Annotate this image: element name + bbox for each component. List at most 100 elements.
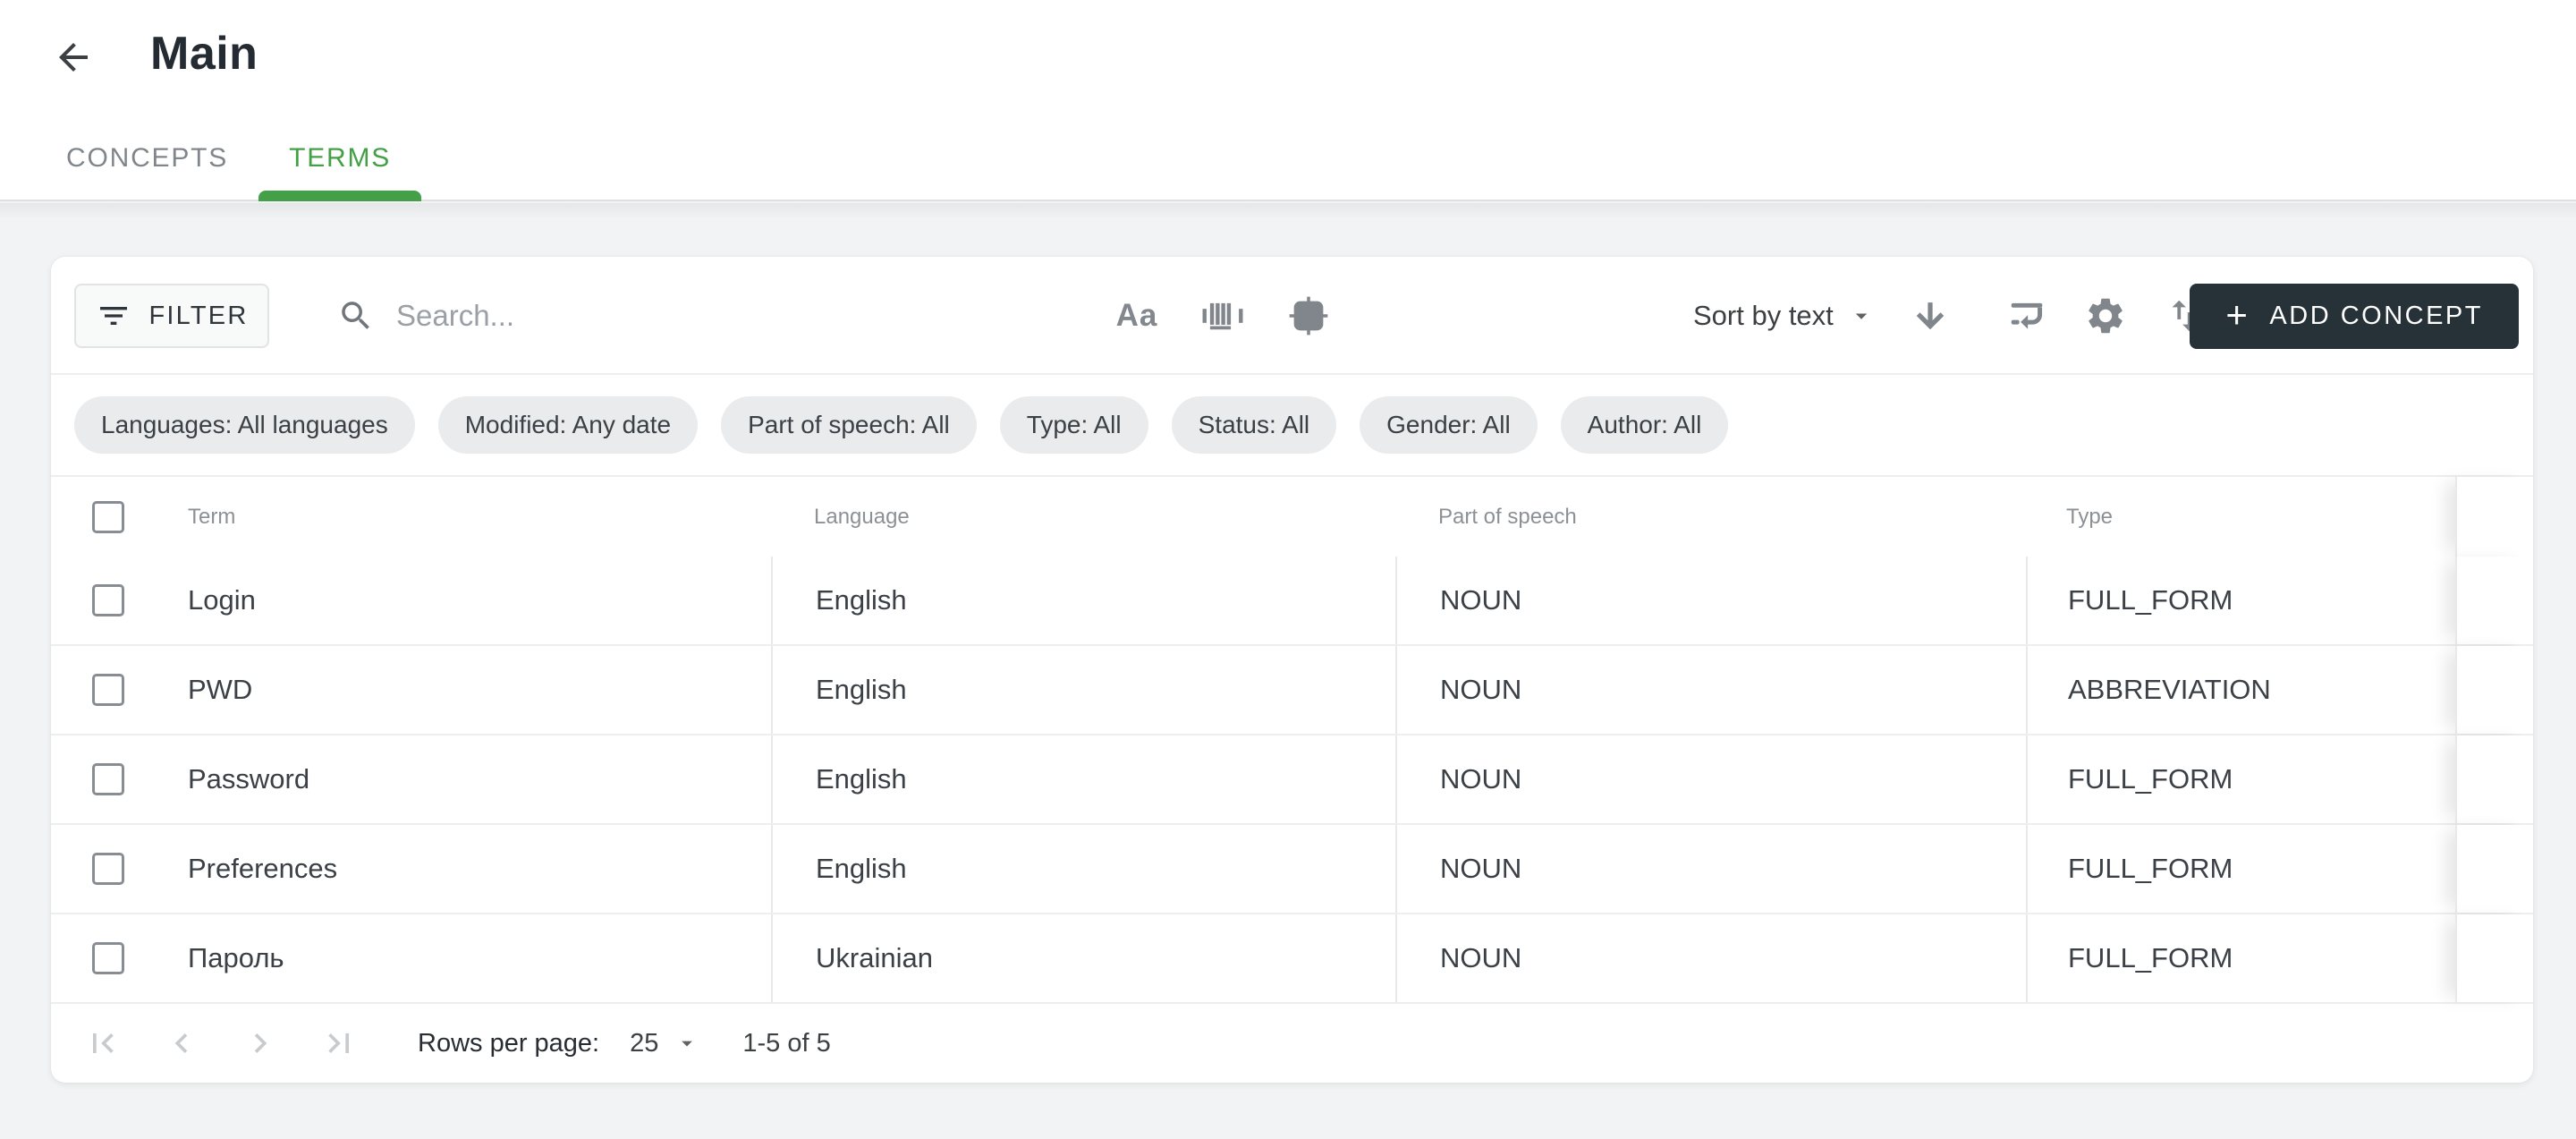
search-input[interactable]	[396, 289, 1017, 343]
column-header-term: Term	[188, 505, 235, 530]
table-header: Term Language Part of speech Type	[51, 477, 2533, 557]
row-checkbox[interactable]	[92, 584, 124, 616]
chip-languages[interactable]: Languages: All languages	[74, 396, 415, 454]
chip-part-of-speech[interactable]: Part of speech: All	[721, 396, 977, 454]
chip-gender[interactable]: Gender: All	[1360, 396, 1538, 454]
column-header-part-of-speech: Part of speech	[1438, 505, 1577, 530]
pinned-cell	[2455, 825, 2533, 913]
chip-modified[interactable]: Modified: Any date	[438, 396, 698, 454]
part-of-speech-cell: NOUN	[1440, 584, 1521, 616]
pinned-column-header	[2455, 477, 2533, 557]
focus-area-button[interactable]	[1285, 293, 1332, 339]
search-bar	[337, 284, 1017, 348]
back-button[interactable]	[50, 34, 97, 81]
search-option-icons: Aa	[1114, 284, 1332, 348]
term-cell: PWD	[188, 674, 252, 706]
tab-terms[interactable]: TERMS	[258, 115, 421, 201]
row-checkbox[interactable]	[92, 942, 124, 974]
filter-button-label: FILTER	[149, 302, 249, 331]
chevron-left-icon	[162, 1024, 201, 1063]
table-row[interactable]: Login English NOUN FULL_FORM	[51, 557, 2533, 646]
sort-by-dropdown[interactable]: Sort by text	[1693, 300, 1834, 332]
tab-bar: CONCEPTS TERMS	[36, 115, 421, 201]
rows-per-page-label: Rows per page:	[418, 1029, 599, 1058]
arrow-back-icon	[52, 36, 95, 79]
previous-page-button[interactable]	[160, 1022, 203, 1065]
filter-chips-row: Languages: All languages Modified: Any d…	[51, 375, 2533, 477]
arrow-down-icon	[1911, 297, 1949, 335]
type-cell: FULL_FORM	[2068, 763, 2233, 795]
header-divider-shadow	[0, 203, 2576, 219]
column-header-type: Type	[2066, 505, 2113, 530]
rows-per-page-select[interactable]: 25	[630, 1029, 658, 1058]
wrap-text-button[interactable]	[2004, 293, 2050, 339]
search-icon	[337, 297, 375, 335]
row-checkbox[interactable]	[92, 763, 124, 795]
settings-button[interactable]	[2082, 293, 2129, 339]
rows-per-page-caret-icon[interactable]	[674, 1031, 699, 1056]
language-cell: English	[816, 763, 907, 795]
add-concept-button[interactable]: + ADD CONCEPT	[2190, 284, 2519, 349]
tab-concepts-label: CONCEPTS	[66, 143, 228, 174]
match-case-button[interactable]: Aa	[1114, 293, 1160, 339]
gear-icon	[2084, 294, 2127, 337]
chevron-right-icon	[241, 1024, 280, 1063]
column-header-language: Language	[814, 505, 910, 530]
term-cell: Preferences	[188, 853, 337, 885]
last-page-icon	[319, 1024, 359, 1063]
table-row[interactable]: Password English NOUN FULL_FORM	[51, 735, 2533, 825]
barcode-search-button[interactable]	[1199, 293, 1246, 339]
page-title: Main	[150, 27, 258, 81]
term-cell: Пароль	[188, 942, 284, 974]
focus-area-icon	[1286, 293, 1331, 338]
select-all-checkbox[interactable]	[92, 501, 124, 533]
type-cell: FULL_FORM	[2068, 584, 2233, 616]
last-page-button[interactable]	[318, 1022, 360, 1065]
row-checkbox[interactable]	[92, 853, 124, 885]
part-of-speech-cell: NOUN	[1440, 853, 1521, 885]
filter-button[interactable]: FILTER	[74, 284, 269, 348]
first-page-icon	[83, 1024, 123, 1063]
barcode-icon	[1202, 299, 1243, 333]
wrap-text-icon	[2006, 295, 2047, 336]
term-cell: Password	[188, 763, 309, 795]
pagination-range: 1-5 of 5	[742, 1029, 830, 1058]
plus-icon: +	[2225, 296, 2250, 334]
row-checkbox[interactable]	[92, 674, 124, 706]
type-cell: ABBREVIATION	[2068, 674, 2271, 706]
chip-status[interactable]: Status: All	[1172, 396, 1337, 454]
type-cell: FULL_FORM	[2068, 942, 2233, 974]
pagination-bar: Rows per page: 25 1-5 of 5	[51, 1004, 2533, 1083]
part-of-speech-cell: NOUN	[1440, 763, 1521, 795]
top-header: Main CONCEPTS TERMS	[0, 0, 2576, 201]
table-row[interactable]: PWD English NOUN ABBREVIATION	[51, 646, 2533, 735]
sort-direction-button[interactable]	[1907, 293, 1953, 339]
language-cell: Ukrainian	[816, 942, 933, 974]
pinned-cell	[2455, 735, 2533, 823]
next-page-button[interactable]	[239, 1022, 282, 1065]
first-page-button[interactable]	[81, 1022, 124, 1065]
language-cell: English	[816, 584, 907, 616]
chip-type[interactable]: Type: All	[1000, 396, 1148, 454]
term-cell: Login	[188, 584, 256, 616]
chip-author[interactable]: Author: All	[1561, 396, 1729, 454]
sort-and-actions: Sort by text	[1693, 284, 2207, 348]
pinned-cell	[2455, 557, 2533, 644]
part-of-speech-cell: NOUN	[1440, 674, 1521, 706]
filter-list-icon	[96, 298, 131, 334]
table-row[interactable]: Preferences English NOUN FULL_FORM	[51, 825, 2533, 914]
sort-caret-icon[interactable]	[1848, 302, 1875, 329]
match-case-icon: Aa	[1116, 298, 1158, 334]
terms-panel: FILTER Aa	[51, 257, 2533, 1083]
tab-concepts[interactable]: CONCEPTS	[36, 115, 258, 201]
type-cell: FULL_FORM	[2068, 853, 2233, 885]
part-of-speech-cell: NOUN	[1440, 942, 1521, 974]
table-row[interactable]: Пароль Ukrainian NOUN FULL_FORM	[51, 914, 2533, 1004]
pinned-cell	[2455, 646, 2533, 734]
language-cell: English	[816, 853, 907, 885]
tab-terms-label: TERMS	[289, 143, 391, 174]
toolbar: FILTER Aa	[51, 257, 2533, 375]
language-cell: English	[816, 674, 907, 706]
active-tab-indicator	[258, 191, 421, 201]
add-concept-label: ADD CONCEPT	[2269, 302, 2483, 331]
